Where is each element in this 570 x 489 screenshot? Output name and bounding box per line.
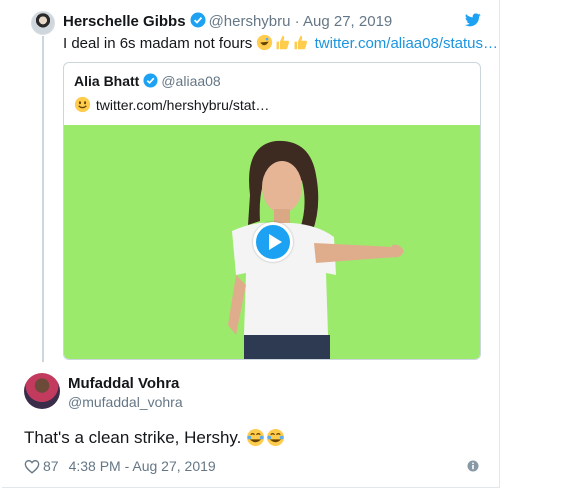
tweet-body: That's a clean strike, Hershy.	[24, 428, 242, 447]
parent-author-handle[interactable]: @hershybru	[209, 13, 291, 30]
parent-date[interactable]: Aug 27, 2019	[303, 13, 392, 30]
embedded-tweet-card: Herschelle Gibbs @hershybru · Aug 27, 201…	[2, 0, 500, 488]
verified-badge-icon	[190, 12, 206, 28]
video-thumbnail[interactable]	[64, 125, 480, 359]
quoted-tweet-header: Alia Bhatt @aliaa08	[74, 73, 221, 89]
info-icon[interactable]	[467, 460, 479, 472]
like-count[interactable]: 87	[43, 458, 59, 474]
parent-tweet-header: Herschelle Gibbs @hershybru · Aug 27, 201…	[63, 12, 392, 30]
tweet-text: That's a clean strike, Hershy.	[24, 428, 286, 448]
quoted-author-handle: @aliaa08	[161, 73, 221, 89]
parent-separator: ·	[294, 13, 300, 30]
tweet-footer: 87 4:38 PM - Aug 27, 2019	[24, 458, 216, 474]
thumbs-up-icon	[294, 35, 308, 50]
smiley-emoji-icon	[74, 96, 91, 113]
parent-author-name[interactable]: Herschelle Gibbs	[63, 13, 186, 30]
twitter-bird-icon[interactable]	[465, 13, 481, 27]
quoted-tweet[interactable]: Alia Bhatt @aliaa08 twitter.com/hershybru…	[63, 62, 481, 360]
video-play-button[interactable]	[253, 222, 293, 262]
thumbs-up-icon	[276, 35, 290, 50]
quoted-tweet-text: twitter.com/hershybru/stat…	[74, 96, 269, 113]
heart-icon[interactable]	[24, 459, 40, 474]
author-name[interactable]: Mufaddal Vohra	[68, 375, 179, 392]
parent-tweet-link[interactable]: twitter.com/aliaa08/status…	[315, 35, 498, 52]
thread-connector-line	[42, 36, 44, 362]
rolling-laughing-emoji-icon	[257, 34, 273, 51]
parent-tweet-body: I deal in 6s madam not fours	[63, 35, 253, 52]
tweet-timestamp[interactable]: 4:38 PM - Aug 27, 2019	[69, 458, 216, 474]
tears-of-joy-emoji-icon	[247, 428, 265, 447]
quoted-author-name: Alia Bhatt	[74, 73, 140, 89]
quoted-tweet-link: twitter.com/hershybru/stat…	[95, 97, 270, 113]
verified-badge-icon	[143, 73, 158, 88]
author-avatar[interactable]	[24, 373, 60, 409]
tears-of-joy-emoji-icon	[267, 428, 285, 447]
parent-avatar[interactable]	[31, 11, 55, 35]
author-handle[interactable]: @mufaddal_vohra	[68, 394, 183, 410]
parent-tweet-text: I deal in 6s madam not fours twitter.com…	[63, 34, 498, 52]
